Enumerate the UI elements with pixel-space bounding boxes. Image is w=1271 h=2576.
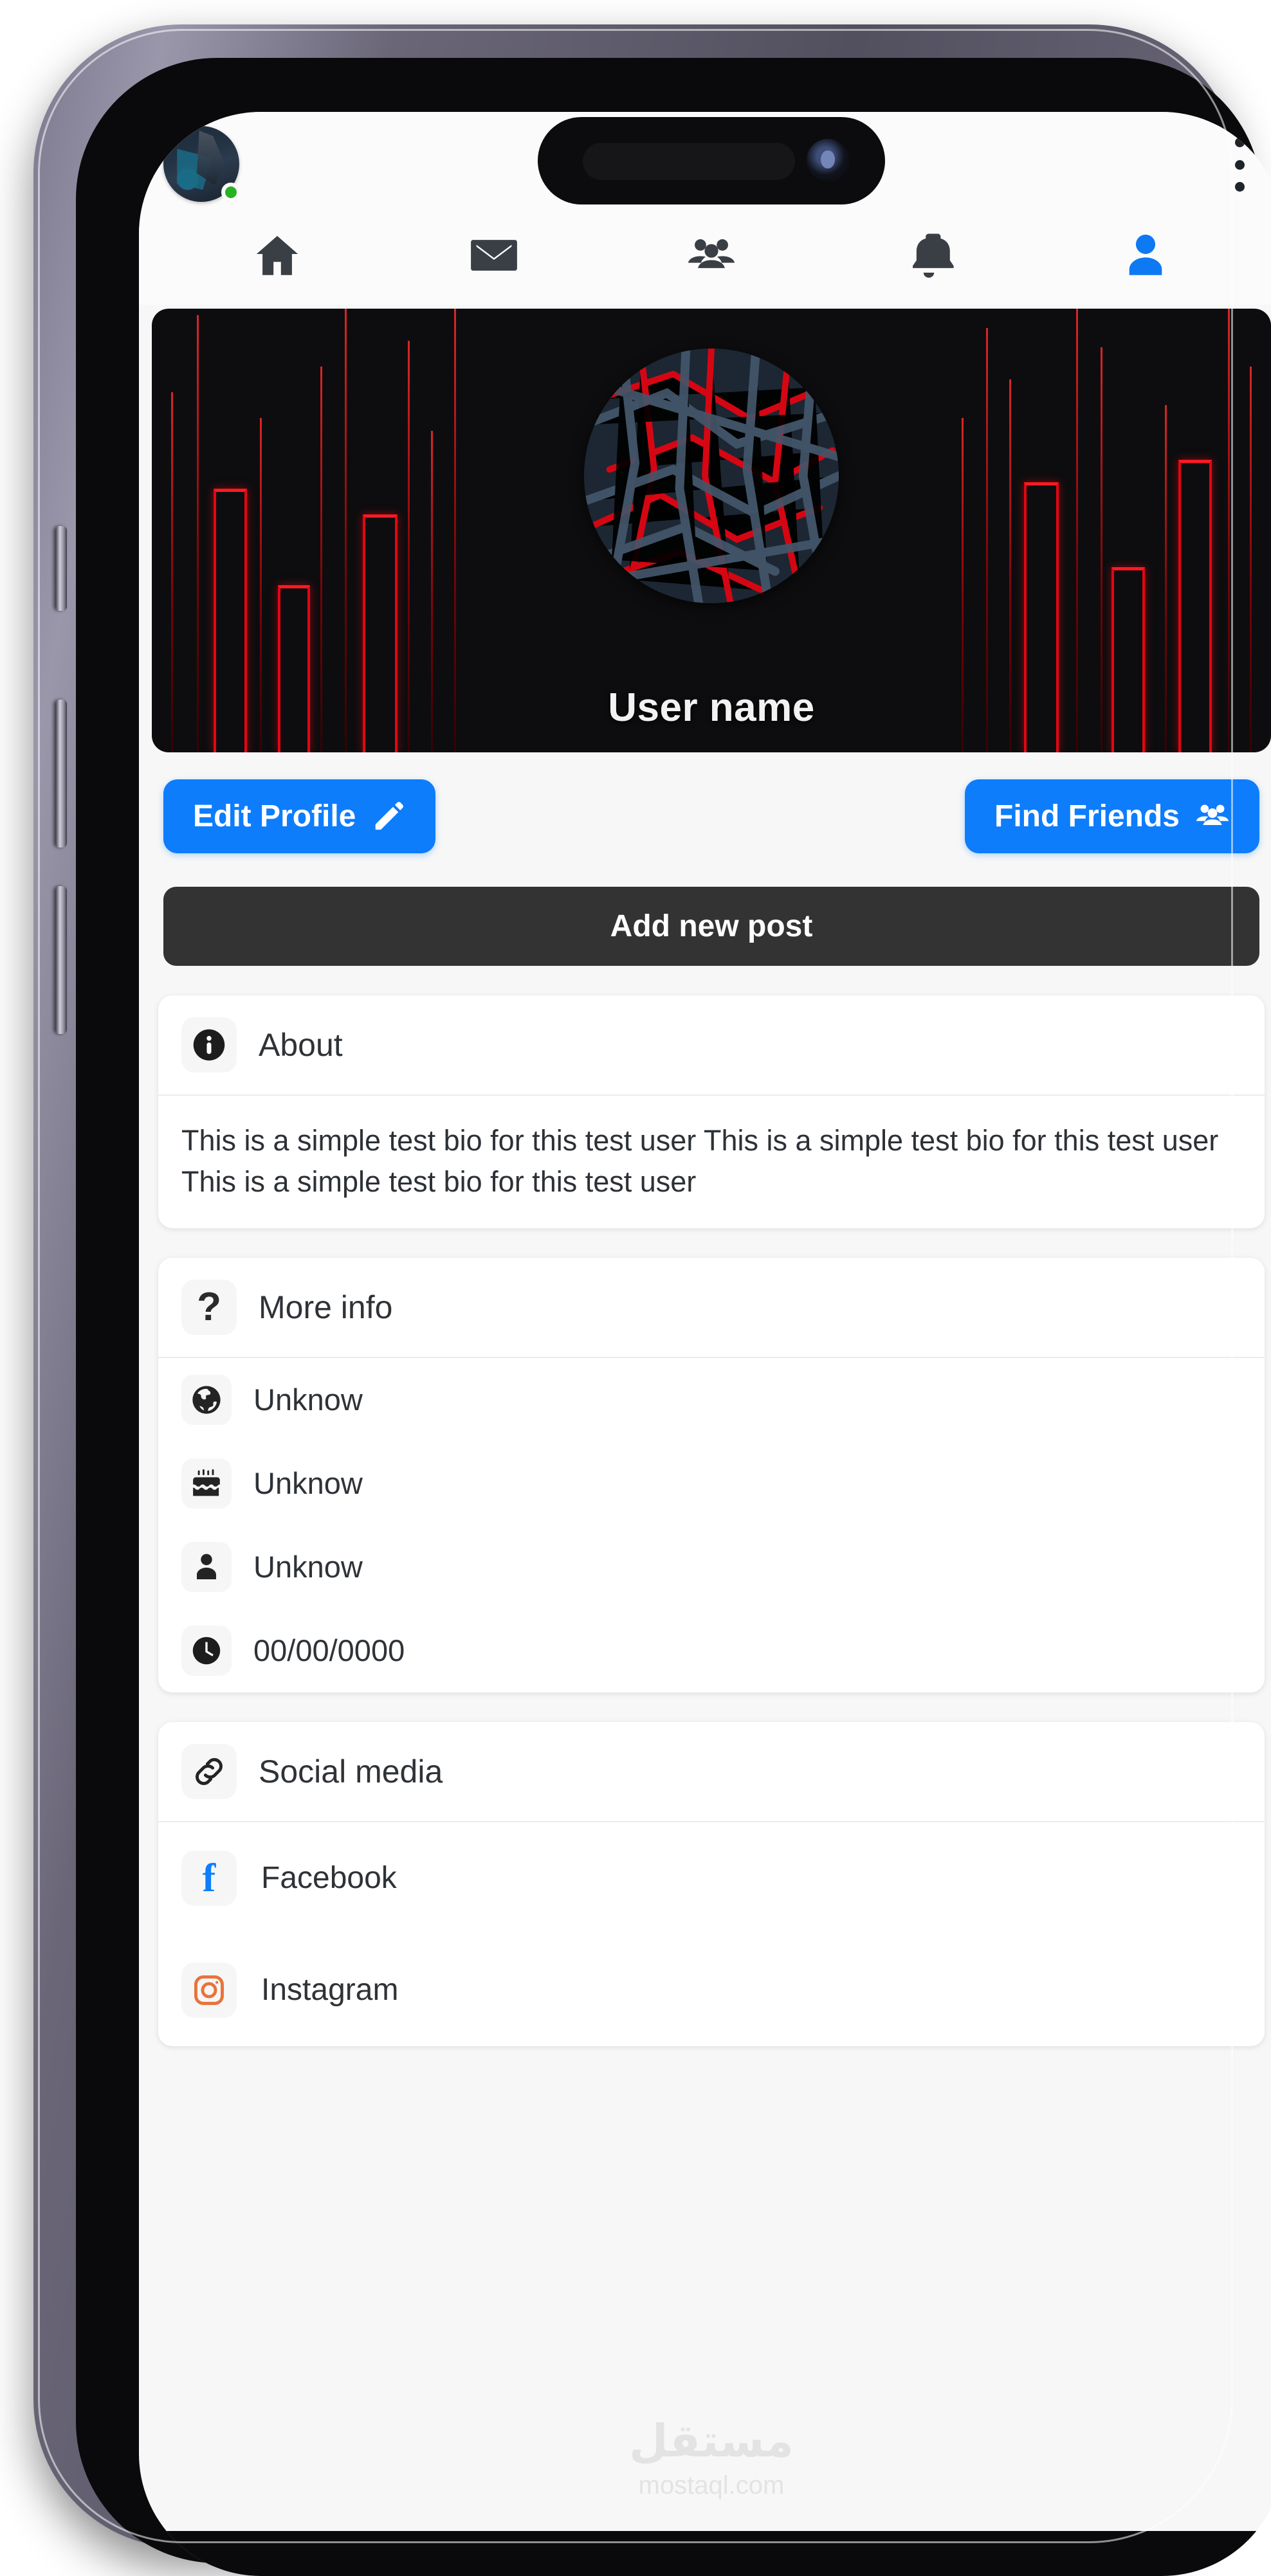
envelope-icon [471, 240, 518, 271]
info-row-birthday: Unknow [158, 1442, 1265, 1525]
more-info-card-title: More info [259, 1289, 393, 1325]
social-media-card: Social media f Facebook Instagram [158, 1721, 1265, 2046]
globe-icon [181, 1374, 232, 1425]
more-info-card: ? More info Unknow Unknow Unknow 00/00/0… [158, 1257, 1265, 1692]
info-value-birthday: Unknow [253, 1466, 363, 1501]
online-status-badge [221, 183, 241, 202]
link-icon [181, 1743, 237, 1799]
front-camera-icon [807, 139, 849, 181]
info-row-joined: 00/00/0000 [158, 1609, 1265, 1692]
dot [1234, 182, 1245, 192]
watermark-arabic: مستقل [628, 2415, 794, 2467]
top-nav-bar [139, 207, 1271, 304]
nav-item-friends[interactable] [603, 229, 820, 282]
dynamic-island [538, 117, 885, 204]
about-card-header: About [158, 995, 1265, 1096]
social-label-facebook: Facebook [261, 1861, 397, 1896]
info-row-location: Unknow [158, 1358, 1265, 1442]
app-header [139, 112, 1271, 305]
watermark: مستقل mostaql.com [629, 2418, 794, 2500]
phone-body: User name Edit Profile Find Friends Add … [76, 58, 1271, 2576]
people-icon [688, 239, 735, 268]
find-friends-label: Find Friends [994, 799, 1180, 833]
dot [1234, 159, 1245, 170]
about-bio-text: This is a simple test bio for this test … [181, 1124, 1219, 1198]
add-new-post-button[interactable]: Add new post [163, 887, 1259, 966]
nav-item-home[interactable] [169, 229, 386, 282]
nav-item-alerts[interactable] [820, 229, 1038, 282]
nav-item-messages[interactable] [386, 229, 603, 282]
nav-item-profile[interactable] [1037, 229, 1254, 282]
about-card: About This is a simple test bio for this… [158, 995, 1265, 1228]
facebook-icon: f [181, 1850, 237, 1906]
find-friends-button[interactable]: Find Friends [965, 779, 1259, 853]
earpiece-speaker [583, 143, 795, 180]
info-value-joined: 00/00/0000 [253, 1633, 405, 1668]
social-media-card-title: Social media [259, 1753, 443, 1790]
pencil-icon [376, 801, 404, 830]
social-row-facebook[interactable]: f Facebook [158, 1822, 1265, 1934]
more-info-card-header: ? More info [158, 1258, 1265, 1358]
network-pattern-avatar [584, 349, 839, 603]
instagram-icon [181, 1962, 237, 2018]
social-media-card-header: Social media [158, 1722, 1265, 1822]
screen-bottom-edge [139, 2531, 1271, 2576]
people-group-icon [1196, 804, 1229, 825]
about-card-title: About [259, 1027, 343, 1063]
profile-actions: Edit Profile Find Friends [139, 752, 1271, 853]
info-value-gender: Unknow [253, 1550, 363, 1584]
info-value-location: Unknow [253, 1383, 363, 1417]
status-bar [139, 112, 1271, 207]
person-icon [1129, 234, 1162, 275]
social-label-instagram: Instagram [261, 1973, 399, 2008]
info-circle-icon [181, 1017, 237, 1073]
dot [1234, 138, 1245, 147]
profile-banner: User name [152, 309, 1271, 752]
cake-icon [181, 1458, 232, 1509]
page-title: User name [608, 685, 815, 730]
clock-icon [181, 1625, 232, 1676]
edit-profile-button[interactable]: Edit Profile [163, 779, 436, 853]
info-row-gender: Unknow [158, 1525, 1265, 1609]
watermark-latin: mostaql.com [638, 2471, 785, 2499]
three-dots-vertical-icon[interactable] [1225, 138, 1254, 192]
profile-picture[interactable] [584, 349, 839, 603]
social-row-instagram[interactable]: Instagram [158, 1934, 1265, 2046]
home-icon [256, 235, 298, 275]
volume-down-button[interactable] [55, 886, 67, 1034]
volume-up-button[interactable] [55, 700, 67, 848]
phone-frame: User name Edit Profile Find Friends Add … [33, 24, 1271, 2576]
silence-switch[interactable] [55, 526, 67, 611]
edit-profile-label: Edit Profile [193, 799, 356, 833]
person-icon [181, 1541, 232, 1592]
phone-screen: User name Edit Profile Find Friends Add … [139, 112, 1271, 2576]
bell-icon [912, 233, 954, 278]
question-mark-icon: ? [181, 1279, 237, 1335]
